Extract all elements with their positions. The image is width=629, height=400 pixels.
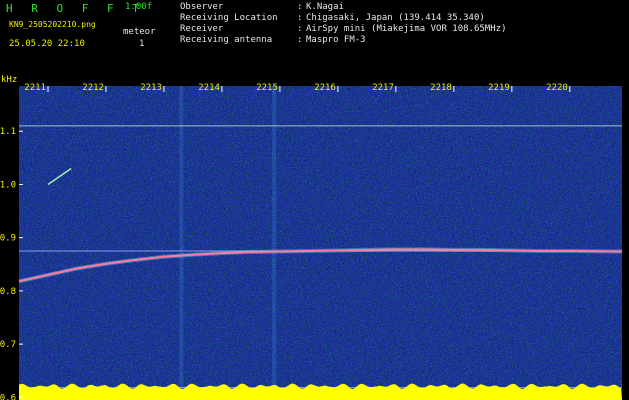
vertical-artifact [179, 86, 184, 400]
vertical-artifact [272, 86, 277, 400]
x-tick-label: 2211 [24, 83, 46, 93]
x-tick-label: 2214 [198, 83, 220, 93]
x-tick-label: 2212 [82, 83, 104, 93]
plot-area: 2211 2212 2213 2214 2215 2216 2217 2218 2219 2220… [0, 83, 623, 400]
spectrogram-chart: 2211 2212 2213 2214 2215 2216 2217 2218 2219 2220… [0, 83, 623, 400]
x-tick-label: 2217 [372, 83, 394, 93]
spectrogram-noise-speckle [19, 86, 622, 400]
x-tick-label: 2213 [140, 83, 162, 93]
x-tick-label: 2218 [430, 83, 452, 93]
y-tick-label: 1.1 [0, 127, 16, 137]
x-tick-label: 2220 [546, 83, 568, 93]
x-tick-label: 2219 [488, 83, 510, 93]
hrofft-window: H R O F F T 1.00f KN9_2505202210.png met… [0, 0, 629, 400]
y-tick-label: 0.8 [0, 287, 16, 297]
y-tick-label: 1.0 [0, 180, 16, 190]
y-tick-label: 0.7 [0, 340, 16, 350]
x-tick-label: 2215 [256, 83, 278, 93]
y-tick-label: 0.6 [0, 393, 16, 400]
y-tick-label: 0.9 [0, 234, 16, 244]
x-tick-label: 2216 [314, 83, 336, 93]
